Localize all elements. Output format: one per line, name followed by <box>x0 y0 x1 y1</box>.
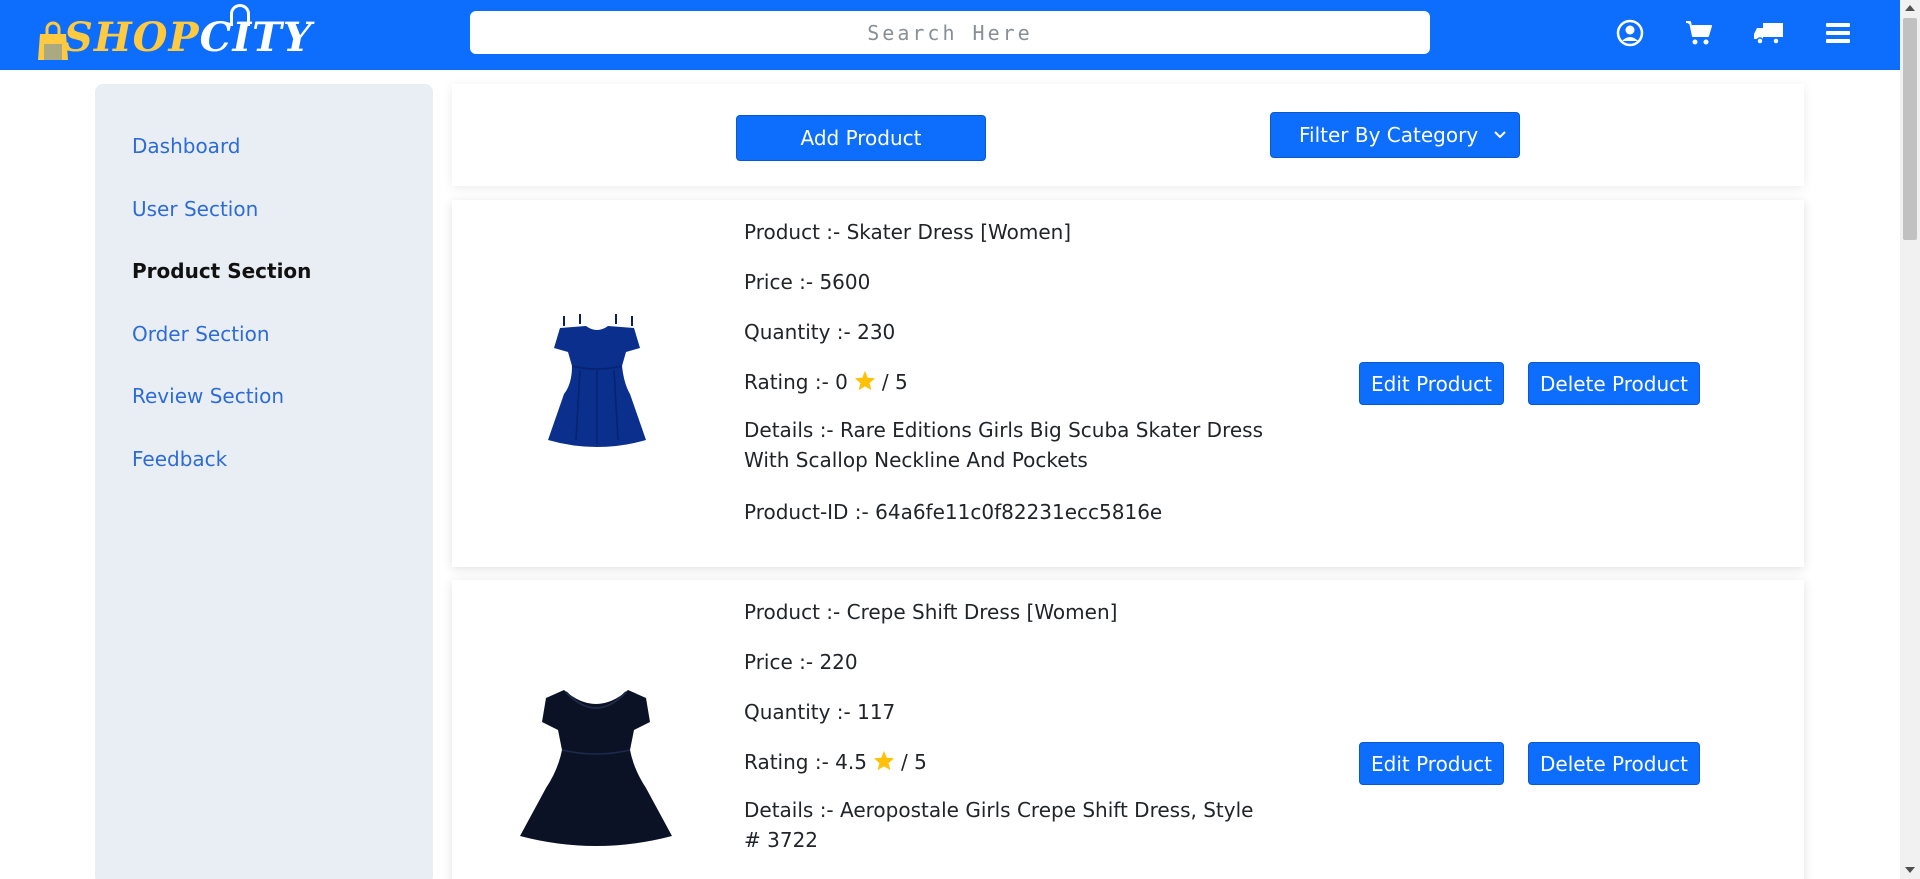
product-image-skater-dress <box>548 314 646 447</box>
product-image-shift-dress <box>520 690 672 846</box>
product-toolbar <box>452 84 1804 186</box>
product-name: Product :- Skater Dress [Women] <box>744 220 1072 244</box>
search-input[interactable]: Search Here <box>470 11 1430 54</box>
product-details: Details :- Rare Editions Girls Big Scuba… <box>744 418 1263 472</box>
product-details: Details :- Aeropostale Girls Crepe Shift… <box>744 798 1254 852</box>
product-card: Product :- Crepe Shift Dress [Women] Pri… <box>452 580 1804 879</box>
delete-product-button[interactable]: Delete Product <box>1528 742 1700 785</box>
scrollbar-thumb[interactable] <box>1903 18 1917 240</box>
star-icon <box>854 370 875 391</box>
cart-icon[interactable] <box>1683 17 1715 49</box>
truck-icon[interactable] <box>1753 17 1785 49</box>
logo-word-city: CITY <box>199 14 313 61</box>
sidebar-item-user-section[interactable]: User Section <box>132 197 258 221</box>
product-card: Product :- Skater Dress [Women] Price :-… <box>452 200 1804 567</box>
edit-product-button[interactable]: Edit Product <box>1359 742 1504 785</box>
product-quantity: Quantity :- 117 <box>744 700 896 724</box>
logo-text: SHOPCITY <box>64 14 312 61</box>
logo-bag-handle <box>230 4 250 26</box>
sidebar-item-product-section[interactable]: Product Section <box>132 259 311 283</box>
edit-product-button[interactable]: Edit Product <box>1359 362 1504 405</box>
filter-by-category-select[interactable]: Filter By Category <box>1270 112 1520 158</box>
star-icon <box>873 750 895 771</box>
add-product-button[interactable]: Add Product <box>736 115 986 161</box>
sidebar-item-order-section[interactable]: Order Section <box>132 322 270 346</box>
user-circle-icon[interactable] <box>1614 17 1646 49</box>
scroll-up-arrow-icon[interactable] <box>1905 4 1915 12</box>
rating-value: Rating :- 4.5 <box>744 750 867 774</box>
rating-max: / 5 <box>881 370 908 394</box>
product-price: Price :- 5600 <box>744 270 871 294</box>
filter-select-label: Filter By Category <box>1299 123 1479 147</box>
sidebar-item-dashboard[interactable]: Dashboard <box>132 134 241 158</box>
chevron-down-icon <box>1494 131 1506 139</box>
delete-product-button[interactable]: Delete Product <box>1528 362 1700 405</box>
scroll-down-arrow-icon[interactable] <box>1905 866 1915 874</box>
logo-word-shop: SHOP <box>64 14 200 61</box>
product-quantity: Quantity :- 230 <box>744 320 896 344</box>
rating-value: Rating :- 0 <box>744 370 848 394</box>
top-navbar: SHOPCITY Search Here <box>0 0 1900 70</box>
rating-max: / 5 <box>900 750 927 774</box>
product-id: Product-ID :- 64a6fe11c0f82231ecc5816e <box>744 500 1163 524</box>
sidebar-item-feedback[interactable]: Feedback <box>132 447 227 471</box>
hamburger-menu-icon[interactable] <box>1822 17 1854 49</box>
product-rating: Rating :- 4.5 / 5 <box>744 750 927 774</box>
product-price: Price :- 220 <box>744 650 858 674</box>
admin-sidebar: Dashboard User Section Product Section O… <box>95 84 433 879</box>
product-rating: Rating :- 0 / 5 <box>744 370 908 394</box>
product-name: Product :- Crepe Shift Dress [Women] <box>744 600 1118 624</box>
sidebar-item-review-section[interactable]: Review Section <box>132 384 284 408</box>
search-placeholder: Search Here <box>867 20 1033 45</box>
